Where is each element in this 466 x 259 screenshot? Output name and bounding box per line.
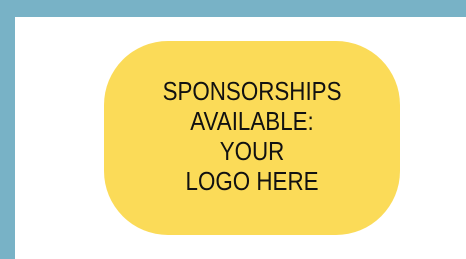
sponsorship-placeholder-badge: SPONSORSHIPS AVAILABLE: YOUR LOGO HERE — [104, 41, 400, 235]
sponsorship-line-1: SPONSORSHIPS — [162, 76, 342, 106]
sponsorship-line-2: AVAILABLE: — [190, 106, 314, 136]
sponsorship-line-3: YOUR — [219, 136, 285, 166]
sponsorship-line-4: LOGO HERE — [185, 166, 319, 196]
sponsorship-text: SPONSORSHIPS AVAILABLE: YOUR LOGO HERE — [163, 76, 342, 196]
